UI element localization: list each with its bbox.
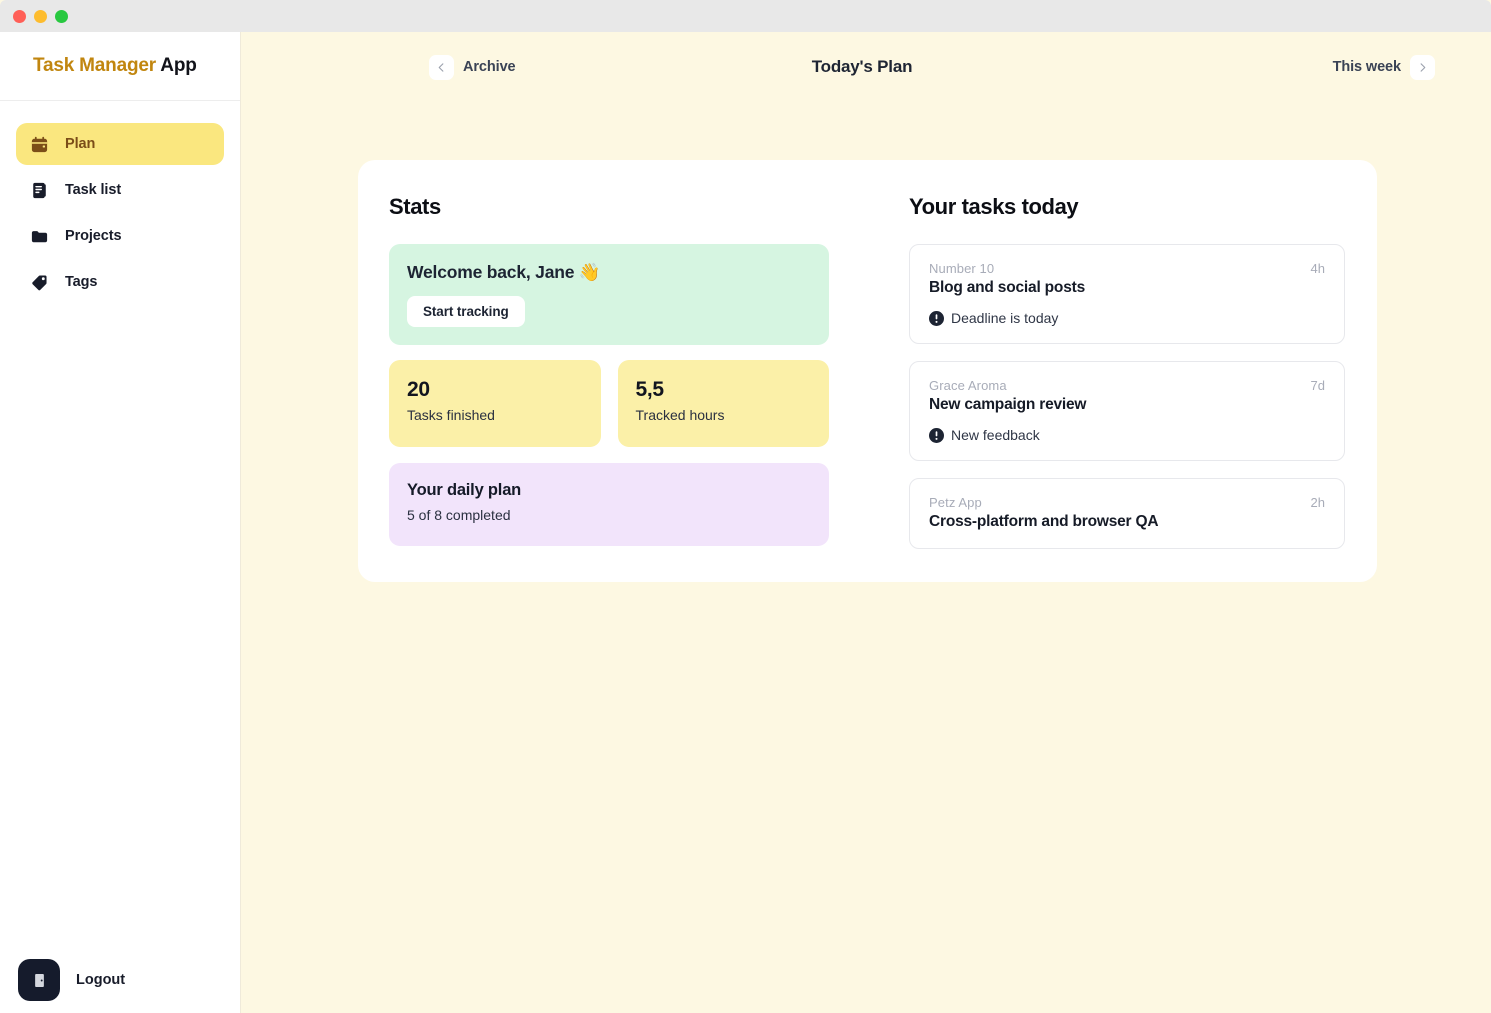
- task-badge-text: New feedback: [951, 427, 1040, 443]
- sidebar-item-tags[interactable]: Tags: [16, 261, 224, 303]
- stats-panel-title: Stats: [389, 194, 441, 219]
- stat-card-row: 20 Tasks finished 5,5 Tracked hours: [389, 360, 829, 447]
- task-status-badge: New feedback: [929, 427, 1325, 443]
- task-project: Number 10: [929, 261, 995, 276]
- topbar-left-group: Archive: [263, 54, 683, 80]
- task-duration: 7d: [1310, 378, 1325, 393]
- page-title: Today's Plan: [811, 57, 913, 76]
- window-body: Task Manager App Plan Task list Projects…: [0, 32, 1491, 1013]
- task-header: Petz App 2h: [929, 495, 1325, 510]
- tag-icon: [30, 273, 49, 292]
- main-content: Archive Today's Plan This week Stats Wel…: [241, 32, 1491, 1013]
- stat-value: 5,5: [635, 378, 665, 401]
- task-duration: 4h: [1310, 261, 1325, 276]
- app-logo: Task Manager App: [0, 32, 240, 101]
- app-logo-plain: App: [160, 55, 197, 76]
- task-title: New campaign review: [929, 396, 1087, 413]
- app-logo-text: Task Manager App: [33, 55, 197, 77]
- maximize-window-button[interactable]: [55, 9, 68, 23]
- sidebar: Task Manager App Plan Task list Projects…: [0, 32, 241, 1013]
- sidebar-nav: Plan Task list Projects Tags: [0, 101, 240, 303]
- task-status-badge: Deadline is today: [929, 310, 1325, 326]
- dashboard-card: Stats Welcome back, Jane 👋 Start trackin…: [358, 160, 1377, 582]
- task-list: Number 10 4h Blog and social posts Deadl…: [909, 244, 1345, 549]
- welcome-card: Welcome back, Jane 👋 Start tracking: [389, 244, 829, 345]
- stat-card-tracked-hours: 5,5 Tracked hours: [617, 360, 829, 447]
- stats-panel: Stats Welcome back, Jane 👋 Start trackin…: [389, 194, 829, 582]
- task-row[interactable]: Number 10 4h Blog and social posts Deadl…: [909, 244, 1345, 344]
- sidebar-item-task-list[interactable]: Task list: [16, 169, 224, 211]
- task-project: Grace Aroma: [929, 378, 1007, 393]
- daily-plan-card: Your daily plan 5 of 8 completed: [389, 463, 829, 546]
- task-project: Petz App: [929, 495, 982, 510]
- sidebar-item-projects[interactable]: Projects: [16, 215, 224, 257]
- alert-circle-icon: [929, 310, 944, 326]
- window-titlebar: [0, 0, 1491, 32]
- tasks-panel: Your tasks today Number 10 4h Blog and s…: [909, 194, 1345, 582]
- app-window: Task Manager App Plan Task list Projects…: [0, 0, 1491, 1013]
- daily-plan-progress: 5 of 8 completed: [407, 507, 511, 523]
- stat-card-tasks-finished: 20 Tasks finished: [389, 360, 601, 447]
- this-week-link[interactable]: This week: [1333, 59, 1402, 75]
- sidebar-item-tags-label: Tags: [65, 274, 98, 290]
- task-duration: 2h: [1310, 495, 1325, 510]
- logout-label: Logout: [76, 972, 126, 988]
- stat-label: Tasks finished: [407, 407, 495, 424]
- app-logo-accent: Task Manager: [33, 55, 156, 76]
- task-header: Grace Aroma 7d: [929, 378, 1325, 393]
- task-title: Blog and social posts: [929, 279, 1085, 296]
- close-window-button[interactable]: [13, 9, 26, 23]
- archive-link[interactable]: Archive: [463, 59, 516, 75]
- list-document-icon: [30, 181, 49, 200]
- sidebar-item-task-list-label: Task list: [65, 182, 122, 198]
- task-row[interactable]: Petz App 2h Cross-platform and browser Q…: [909, 478, 1345, 549]
- chevron-left-icon[interactable]: [429, 54, 454, 80]
- sidebar-item-plan-label: Plan: [65, 136, 96, 152]
- calendar-icon: [30, 135, 49, 154]
- topbar: Archive Today's Plan This week: [241, 32, 1491, 102]
- exit-door-icon: [18, 959, 60, 1001]
- start-tracking-button[interactable]: Start tracking: [407, 296, 525, 327]
- welcome-greeting: Welcome back, Jane 👋: [407, 262, 601, 282]
- task-header: Number 10 4h: [929, 261, 1325, 276]
- minimize-window-button[interactable]: [34, 9, 47, 23]
- task-title: Cross-platform and browser QA: [929, 513, 1159, 530]
- sidebar-item-plan[interactable]: Plan: [16, 123, 224, 165]
- sidebar-item-projects-label: Projects: [65, 228, 122, 244]
- alert-circle-icon: [929, 427, 944, 443]
- stat-label: Tracked hours: [635, 407, 725, 424]
- task-badge-text: Deadline is today: [951, 310, 1059, 326]
- folder-icon: [30, 227, 49, 246]
- daily-plan-title: Your daily plan: [407, 481, 522, 499]
- chevron-right-icon[interactable]: [1410, 54, 1435, 80]
- topbar-right-group: This week: [1041, 54, 1461, 80]
- tasks-panel-title: Your tasks today: [909, 194, 1079, 219]
- logout-button[interactable]: Logout: [18, 959, 125, 1001]
- stat-value: 20: [407, 378, 430, 401]
- task-row[interactable]: Grace Aroma 7d New campaign review New f…: [909, 361, 1345, 461]
